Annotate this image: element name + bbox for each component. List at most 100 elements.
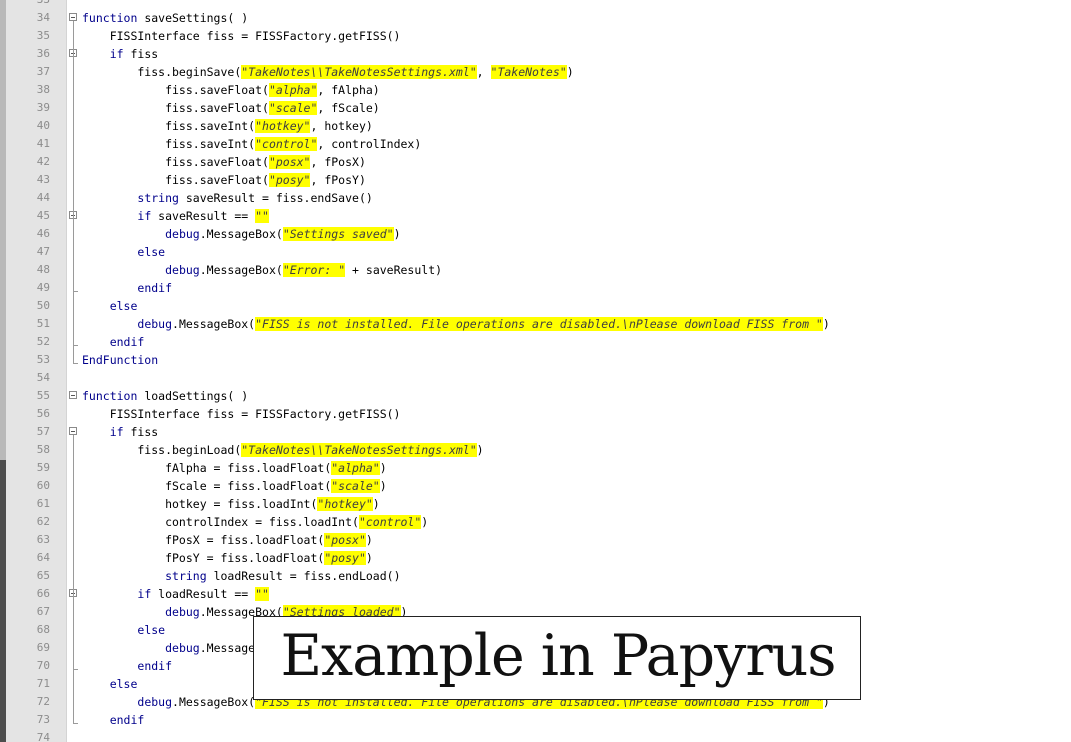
code-line[interactable]: 65 string loadResult = fiss.endLoad() (0, 567, 1071, 585)
code-text[interactable]: fiss.saveInt("hotkey", hotkey) (82, 117, 373, 135)
code-line[interactable]: 33 (0, 0, 1071, 9)
code-text[interactable]: else (82, 621, 165, 639)
code-text[interactable]: controlIndex = fiss.loadInt("control") (82, 513, 428, 531)
code-line[interactable]: 61 hotkey = fiss.loadInt("hotkey") (0, 495, 1071, 513)
line-number: 43 (36, 173, 50, 186)
code-token: loadSettings( ) (137, 389, 249, 403)
code-text[interactable]: else (82, 243, 165, 261)
caption-box: Example in Papyrus (253, 616, 861, 700)
code-text[interactable]: fiss.beginSave("TakeNotes\\TakeNotesSett… (82, 63, 574, 81)
fold-toggle-icon[interactable] (69, 391, 77, 399)
code-line[interactable]: 57 if fiss (0, 423, 1071, 441)
code-line[interactable]: 52 endif (0, 333, 1071, 351)
keyword-token: debug (137, 317, 173, 331)
code-text[interactable]: endif (82, 279, 172, 297)
code-token: ) (822, 317, 830, 331)
code-line[interactable]: 63 fPosX = fiss.loadFloat("posx") (0, 531, 1071, 549)
code-line[interactable]: 51 debug.MessageBox("FISS is not install… (0, 315, 1071, 333)
code-line[interactable]: 45 if saveResult == "" (0, 207, 1071, 225)
code-token: fiss.saveFloat( (82, 83, 269, 97)
code-text[interactable]: if saveResult == "" (82, 207, 269, 225)
code-text[interactable]: endif (82, 657, 172, 675)
code-line[interactable]: 53 EndFunction (0, 351, 1071, 369)
keyword-token: function (82, 11, 138, 25)
code-text[interactable]: debug.MessageBox("Error: " + saveResult) (82, 261, 442, 279)
code-text[interactable]: debug.MessageBox("Settings saved") (82, 225, 401, 243)
keyword-token: debug (165, 263, 200, 277)
code-text[interactable]: function saveSettings( ) (82, 9, 248, 27)
code-line[interactable]: 64 fPosY = fiss.loadFloat("posy") (0, 549, 1071, 567)
code-text[interactable]: EndFunction (82, 351, 158, 369)
code-line[interactable]: 49 endif (0, 279, 1071, 297)
code-text[interactable]: fScale = fiss.loadFloat("scale") (82, 477, 387, 495)
code-line[interactable]: 74 (0, 729, 1071, 742)
code-line[interactable]: 62 controlIndex = fiss.loadInt("control"… (0, 513, 1071, 531)
code-text[interactable]: fiss.saveInt("control", controlIndex) (82, 135, 421, 153)
code-line[interactable]: 54 (0, 369, 1071, 387)
code-text[interactable]: function loadSettings( ) (82, 387, 248, 405)
code-text[interactable]: fiss.beginLoad("TakeNotes\\TakeNotesSett… (82, 441, 484, 459)
code-line[interactable]: 58 fiss.beginLoad("TakeNotes\\TakeNotesS… (0, 441, 1071, 459)
code-token: FISSInterface fiss = FISSFactory.getFISS… (82, 407, 401, 421)
line-number: 48 (36, 263, 50, 276)
code-token: .MessageBox( (172, 695, 256, 709)
code-text[interactable]: fPosX = fiss.loadFloat("posx") (82, 531, 373, 549)
code-line[interactable]: 39 fiss.saveFloat("scale", fScale) (0, 99, 1071, 117)
string-token: "hotkey" (255, 119, 311, 133)
code-line[interactable]: 43 fiss.saveFloat("posy", fPosY) (0, 171, 1071, 189)
code-text[interactable]: string loadResult = fiss.endLoad() (82, 567, 400, 585)
code-text[interactable]: fiss.saveFloat("scale", fScale) (82, 99, 380, 117)
code-text[interactable]: debug.MessageBox("FISS is not installed.… (82, 315, 830, 333)
code-text[interactable]: fiss.saveFloat("posy", fPosY) (82, 171, 366, 189)
code-line[interactable]: 41 fiss.saveInt("control", controlIndex) (0, 135, 1071, 153)
code-text[interactable]: fPosY = fiss.loadFloat("posy") (82, 549, 373, 567)
code-line[interactable]: 36 if fiss (0, 45, 1071, 63)
code-line[interactable]: 56 FISSInterface fiss = FISSFactory.getF… (0, 405, 1071, 423)
code-line[interactable]: 40 fiss.saveInt("hotkey", hotkey) (0, 117, 1071, 135)
code-token: fPosX = fiss.loadFloat( (82, 533, 325, 547)
string-token: "TakeNotes" (490, 65, 567, 79)
code-line[interactable]: 55 function loadSettings( ) (0, 387, 1071, 405)
code-text[interactable]: string saveResult = fiss.endSave() (82, 189, 372, 207)
code-line[interactable]: 60 fScale = fiss.loadFloat("scale") (0, 477, 1071, 495)
code-text[interactable]: if fiss (82, 423, 158, 441)
code-text[interactable]: FISSInterface fiss = FISSFactory.getFISS… (82, 405, 401, 423)
code-token: ) (379, 461, 387, 475)
code-token: controlIndex = fiss.loadInt( (82, 515, 359, 529)
code-text[interactable]: fiss.saveFloat("posx", fPosX) (82, 153, 366, 171)
code-line[interactable]: 47 else (0, 243, 1071, 261)
line-number: 36 (36, 47, 50, 60)
code-token: fiss (123, 47, 159, 61)
fold-toggle-icon[interactable] (69, 13, 77, 21)
code-line[interactable]: 59 fAlpha = fiss.loadFloat("alpha") (0, 459, 1071, 477)
line-number: 52 (36, 335, 50, 348)
code-text[interactable]: hotkey = fiss.loadInt("hotkey") (82, 495, 380, 513)
code-text[interactable]: FISSInterface fiss = FISSFactory.getFISS… (82, 27, 401, 45)
code-text[interactable]: else (82, 675, 138, 693)
code-text[interactable]: endif (82, 711, 145, 729)
code-line[interactable]: 50 else (0, 297, 1071, 315)
code-text[interactable]: if loadResult == "" (82, 585, 269, 603)
code-line[interactable]: 46 debug.MessageBox("Settings saved") (0, 225, 1071, 243)
code-line[interactable]: 73 endif (0, 711, 1071, 729)
code-text[interactable]: fAlpha = fiss.loadFloat("alpha") (82, 459, 387, 477)
code-line[interactable]: 66 if loadResult == "" (0, 585, 1071, 603)
code-text[interactable]: if fiss (82, 45, 158, 63)
code-token: fiss.beginSave( (82, 65, 242, 79)
code-text[interactable]: else (82, 297, 138, 315)
code-line[interactable]: 38 fiss.saveFloat("alpha", fAlpha) (0, 81, 1071, 99)
fold-toggle-icon[interactable] (69, 427, 77, 435)
code-text[interactable]: fiss.saveFloat("alpha", fAlpha) (82, 81, 380, 99)
code-line[interactable]: 48 debug.MessageBox("Error: " + saveResu… (0, 261, 1071, 279)
code-text[interactable]: endif (82, 333, 145, 351)
code-line[interactable]: 35 FISSInterface fiss = FISSFactory.getF… (0, 27, 1071, 45)
code-token: , hotkey) (310, 119, 373, 133)
code-line[interactable]: 42 fiss.saveFloat("posx", fPosX) (0, 153, 1071, 171)
code-line[interactable]: 44 string saveResult = fiss.endSave() (0, 189, 1071, 207)
line-number: 41 (36, 137, 50, 150)
code-line[interactable]: 34 function saveSettings( ) (0, 9, 1071, 27)
code-line[interactable]: 37 fiss.beginSave("TakeNotes\\TakeNotesS… (0, 63, 1071, 81)
